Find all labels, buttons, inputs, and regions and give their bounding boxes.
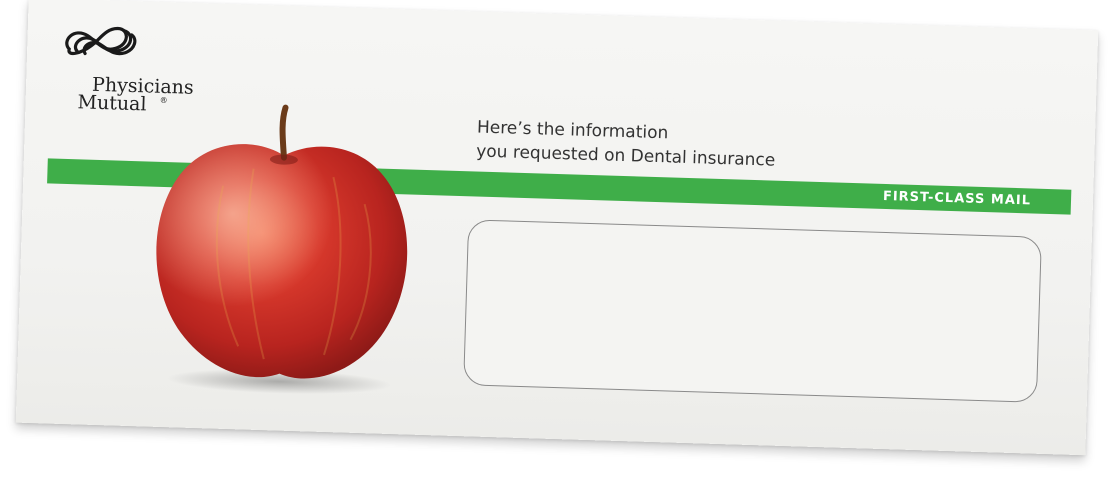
infinity-knot-icon — [65, 26, 137, 56]
address-window — [463, 219, 1042, 403]
apple-image — [156, 104, 408, 395]
envelope-photo: Physicians Mutual ® Here’s the informati… — [0, 0, 1110, 495]
postage-label: FIRST-CLASS MAIL — [882, 188, 1032, 209]
headline: Here’s the information you requested on … — [476, 116, 776, 173]
envelope: Physicians Mutual ® Here’s the informati… — [15, 0, 1099, 456]
